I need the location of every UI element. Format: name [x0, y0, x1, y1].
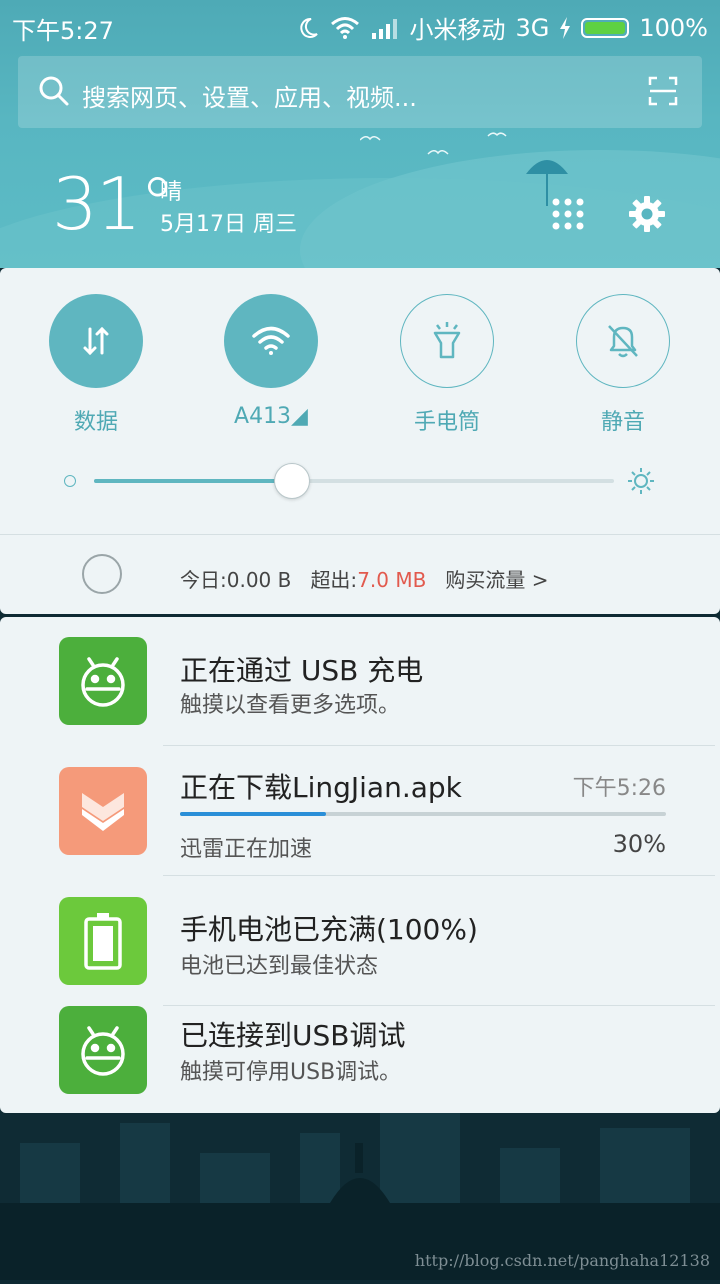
- data-today: 今日:0.00 B: [180, 568, 292, 592]
- brightness-high-sun-icon: [626, 466, 656, 500]
- network-type: 3G: [515, 13, 550, 42]
- notification-title: 手机电池已充满(100%): [180, 913, 478, 946]
- bell-off-icon: [576, 294, 670, 388]
- notification-subtitle: 电池已达到最佳状态: [180, 954, 379, 979]
- scan-icon[interactable]: [648, 76, 678, 112]
- notification-subtitle: 触摸以查看更多选项。: [180, 693, 401, 718]
- divider: [0, 534, 720, 535]
- toggle-flashlight-label: 手电筒: [413, 410, 480, 435]
- download-progress-fill: [180, 812, 326, 816]
- notification-download[interactable]: 正在下载LingJian.apk 下午5:26 迅雷正在加速 30%: [0, 746, 720, 876]
- download-progress-bar: [180, 812, 666, 816]
- brightness-slider[interactable]: [60, 463, 660, 500]
- toggle-wifi[interactable]: A413◢: [224, 294, 318, 429]
- carrier-name: 小米移动: [409, 16, 506, 44]
- battery-percent: 100%: [639, 13, 708, 42]
- android-icon: [59, 1006, 147, 1094]
- brightness-thumb[interactable]: [274, 463, 310, 499]
- wallpaper-city-skyline: http://blog.csdn.net/panghaha12138: [0, 1113, 720, 1280]
- weather-temperature[interactable]: 31°: [52, 162, 176, 246]
- android-icon: [59, 637, 147, 725]
- charging-bolt-icon: [559, 16, 571, 39]
- buy-data-link[interactable]: 购买流量 >: [445, 568, 548, 592]
- weather-date: 5月17日 周三: [160, 212, 297, 237]
- notification-subtitle: 触摸可停用USB调试。: [180, 1060, 402, 1085]
- data-over-label: 超出:: [310, 568, 358, 592]
- notification-title: 正在通过 USB 充电: [180, 654, 424, 687]
- search-bar[interactable]: 搜索网页、设置、应用、视频...: [18, 56, 702, 128]
- toggle-wifi-label: A413◢: [234, 404, 308, 429]
- brightness-fill: [94, 479, 292, 483]
- data-over-value: 7.0 MB: [357, 568, 427, 592]
- weather-condition: 晴: [160, 180, 183, 205]
- search-placeholder: 搜索网页、设置、应用、视频...: [82, 84, 417, 112]
- watermark-text: http://blog.csdn.net/panghaha12138: [414, 1251, 710, 1270]
- toggle-silent-label: 静音: [600, 410, 645, 435]
- status-bar: 下午5:27 小米移动 3G 100%: [0, 0, 720, 50]
- toggle-silent[interactable]: 静音: [576, 294, 670, 435]
- wifi-icon: [224, 294, 318, 388]
- birds-decoration-icon: [359, 128, 520, 172]
- gear-icon[interactable]: [628, 195, 666, 237]
- download-chevron-icon: [59, 767, 147, 855]
- grid-menu-icon[interactable]: [551, 197, 585, 235]
- notification-title: 正在下载LingJian.apk: [180, 771, 462, 804]
- flashlight-icon: [400, 294, 494, 388]
- data-usage-row[interactable]: 今日:0.00 B 超出:7.0 MB 购买流量 >: [0, 536, 720, 614]
- battery-icon: [581, 17, 630, 38]
- data-usage-text: 今日:0.00 B 超出:7.0 MB 购买流量 >: [180, 564, 549, 593]
- data-arrows-icon: [49, 294, 143, 388]
- notification-subtitle: 迅雷正在加速: [180, 837, 313, 862]
- notification-usb-charging[interactable]: 正在通过 USB 充电 触摸以查看更多选项。: [0, 617, 720, 746]
- notification-usb-debugging[interactable]: 已连接到USB调试 触摸可停用USB调试。: [0, 1006, 720, 1113]
- data-usage-ring-icon: [82, 554, 122, 594]
- notification-list: 正在通过 USB 充电 触摸以查看更多选项。 正在下载LingJian.apk …: [0, 617, 720, 1113]
- moon-icon: [296, 16, 320, 40]
- search-icon: [38, 75, 70, 113]
- notification-title: 已连接到USB调试: [180, 1019, 406, 1052]
- notification-battery-full[interactable]: 手机电池已充满(100%) 电池已达到最佳状态: [0, 876, 720, 1006]
- status-time: 下午5:27: [12, 17, 114, 45]
- toggle-data-label: 数据: [73, 410, 118, 435]
- toggle-data[interactable]: 数据: [49, 294, 143, 435]
- notification-time: 下午5:26: [572, 776, 666, 801]
- brightness-low-icon: [64, 475, 76, 487]
- download-percent: 30%: [612, 830, 666, 858]
- toggle-flashlight[interactable]: 手电筒: [400, 294, 494, 435]
- battery-icon: [59, 897, 147, 985]
- cell-signal-icon: [370, 17, 400, 39]
- wifi-signal-icon: [330, 16, 360, 40]
- notification-header: 下午5:27 小米移动 3G 100% 搜索网页、设置、应用、视频... 31°…: [0, 0, 720, 268]
